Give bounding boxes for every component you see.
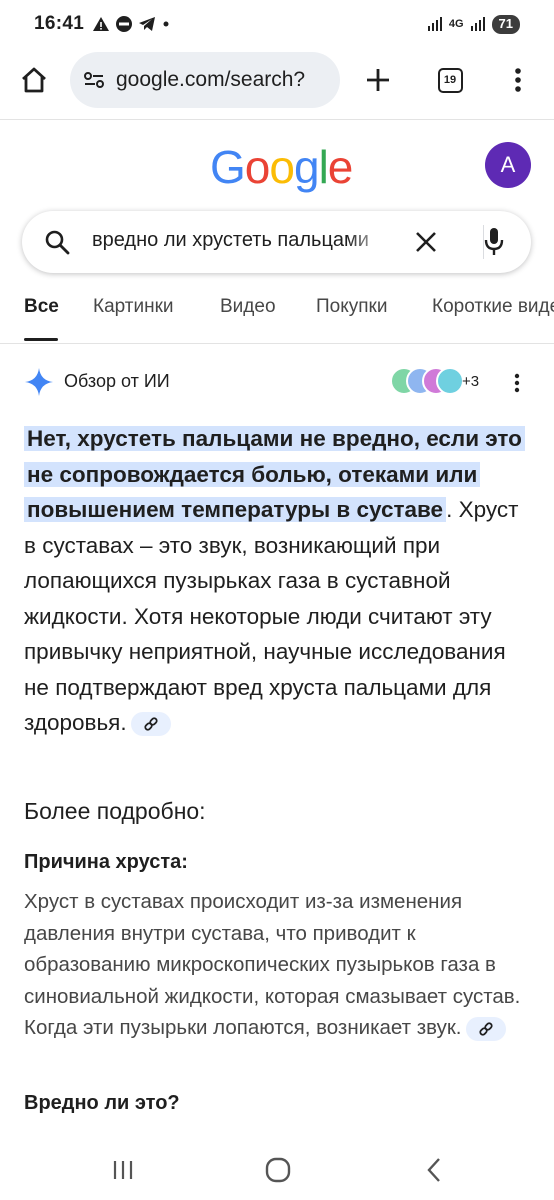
wifi-calling-signal-icon [427,17,442,31]
site-settings-icon [84,72,104,88]
tab-short-videos[interactable]: Короткие видео [432,296,554,318]
source-link-button[interactable] [465,1016,506,1041]
section-harm-heading: Вредно ли это? [24,1092,180,1114]
back-nav-button[interactable] [414,1154,454,1186]
plus-icon [367,69,389,91]
url-text: google.com/search? [116,68,306,91]
ai-overview-title: Обзор от ИИ [64,371,170,391]
search-icon [45,230,70,255]
logo-letter: g [293,141,320,193]
browser-toolbar: google.com/search? 19 [0,48,554,120]
home-circle-icon [265,1157,291,1183]
status-bar: 16:41 4G 71 [0,0,554,48]
dot-icon [163,21,169,27]
back-icon [427,1158,440,1182]
home-nav-button[interactable] [258,1154,298,1186]
more-vert-icon[interactable] [514,373,520,393]
source-favicons[interactable] [390,367,464,397]
tab-switcher-button[interactable]: 19 [422,52,478,108]
new-tab-button[interactable] [350,52,406,108]
google-logo[interactable]: Google [210,140,354,194]
link-icon [478,1021,493,1036]
more-sources-count[interactable]: +3 [462,373,479,390]
network-type: 4G [448,17,464,30]
status-time: 16:41 [34,13,85,34]
system-nav-bar [0,1140,554,1200]
source-favicon-4 [436,367,464,395]
gemini-sparkle-icon [25,368,53,396]
search-input[interactable]: вредно ли хрустеть пальцами [92,229,392,252]
tab-count: 19 [437,67,463,93]
status-right: 4G 71 [427,14,520,34]
signal-icon [470,17,485,31]
tab-all[interactable]: Все [24,296,59,318]
microphone-icon[interactable] [484,227,504,257]
ai-overview-body: . Хруст в суставах – это звук, возникающ… [24,497,519,735]
ai-overview-header: Обзор от ИИ +3 [24,367,534,397]
logo-letter: o [244,141,271,193]
source-link-button[interactable] [130,712,171,737]
account-avatar[interactable]: A [485,142,531,188]
logo-letter: l [318,141,329,193]
blocked-icon [116,16,133,32]
ai-overview-text: Нет, хрустеть пальцами не вредно, если э… [24,421,536,741]
browser-menu-button[interactable] [490,52,546,108]
section-cause-text: Хруст в суставах происходит из-за измене… [24,886,534,1044]
logo-letter: o [269,141,295,193]
link-icon [144,717,158,731]
warning-icon [93,17,110,31]
tab-videos[interactable]: Видео [220,296,276,318]
battery-indicator: 71 [491,14,520,34]
telegram-icon [139,17,156,31]
home-icon [22,67,46,93]
home-button[interactable] [6,52,62,108]
tab-images[interactable]: Картинки [93,296,174,318]
recent-apps-icon [113,1161,133,1179]
logo-letter: G [210,141,246,193]
recent-apps-button[interactable] [103,1154,143,1186]
notification-icons [92,15,171,33]
search-box[interactable]: вредно ли хрустеть пальцами [22,211,531,273]
section-cause-heading: Причина хруста: [24,851,188,873]
tab-shopping[interactable]: Покупки [316,296,387,318]
more-vert-icon [515,68,521,92]
address-bar[interactable]: google.com/search? [70,52,340,108]
clear-icon[interactable] [415,231,437,253]
active-tab-indicator [24,338,58,341]
search-tabs: Все Картинки Видео Покупки Короткие виде… [0,290,554,344]
logo-letter: e [327,141,354,193]
more-details-heading: Более подробно: [24,798,206,824]
section-cause-body: Хруст в суставах происходит из-за измене… [24,890,521,1039]
